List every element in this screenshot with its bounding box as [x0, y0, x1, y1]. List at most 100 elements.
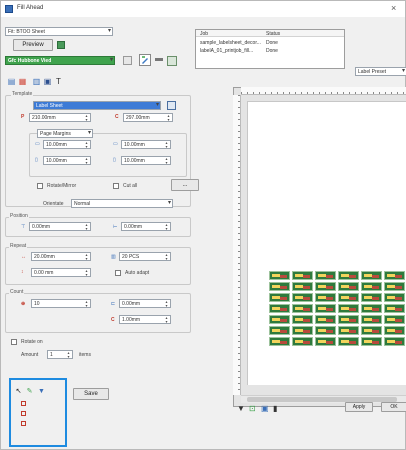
label-cell[interactable] [384, 271, 405, 280]
label-cell[interactable] [269, 271, 290, 280]
label-cell[interactable] [315, 315, 336, 324]
red-mark-icon-3[interactable] [21, 421, 26, 426]
red-mark-icon-1[interactable] [21, 401, 26, 406]
label-cell[interactable] [269, 293, 290, 302]
arrow-right-icon[interactable] [155, 58, 163, 61]
pen-icon[interactable]: ✎ [25, 387, 34, 396]
pos-x-input[interactable]: 0.00mm [29, 222, 91, 231]
repeat-rows-input[interactable]: 20 PCS [119, 252, 171, 261]
advanced-button[interactable]: ... [171, 179, 199, 191]
count-v-input[interactable]: 1.00mm [119, 315, 171, 324]
label-cell[interactable] [315, 293, 336, 302]
title-bar: Fill Ahead × [1, 1, 405, 17]
margin-top-input[interactable]: 10.00mm [43, 140, 91, 149]
job-list[interactable]: Job Status sample_labelsheet_decor... Do… [195, 29, 345, 69]
ok-button[interactable]: OK [381, 402, 406, 412]
margin-left-input[interactable]: 10.00mm [121, 140, 171, 149]
label-cell[interactable] [384, 304, 405, 313]
job-row-1-name[interactable]: sample_labelsheet_decor... [200, 40, 261, 46]
orientation-combo[interactable]: Normal [71, 199, 173, 208]
label-cell[interactable] [292, 293, 313, 302]
label-cell[interactable] [384, 315, 405, 324]
label-cell[interactable] [315, 282, 336, 291]
label-cell[interactable] [384, 326, 405, 335]
label-cell[interactable] [361, 326, 382, 335]
label-cell[interactable] [269, 304, 290, 313]
label-cell[interactable] [338, 337, 359, 346]
zoom-out-icon[interactable]: ▼ [237, 404, 245, 413]
label-cell[interactable] [292, 282, 313, 291]
label-cell[interactable] [384, 337, 405, 346]
label-cell[interactable] [361, 337, 382, 346]
label-cell[interactable] [338, 304, 359, 313]
label-cell[interactable] [361, 282, 382, 291]
label-cell[interactable] [361, 304, 382, 313]
hand-icon[interactable]: ▮ [273, 404, 281, 413]
label-cell[interactable] [315, 337, 336, 346]
label-cell[interactable] [269, 282, 290, 291]
preset-combo[interactable]: Label Preset [355, 67, 406, 76]
cut-all-checkbox[interactable] [113, 183, 119, 189]
apply-button[interactable]: Apply [345, 402, 373, 412]
template-combo[interactable]: Label Sheet [33, 101, 161, 110]
label-cell[interactable] [338, 293, 359, 302]
margin-right-input[interactable]: 10.00mm [121, 156, 171, 165]
label-cell[interactable] [338, 315, 359, 324]
paper-height-input[interactable]: 297.00mm [123, 113, 173, 122]
close-icon[interactable]: × [391, 3, 396, 13]
printer-combo[interactable]: Gfc Hubbone Vied [5, 56, 115, 65]
label-cell[interactable] [384, 293, 405, 302]
import-icon[interactable] [167, 56, 177, 66]
repeat-cols-input[interactable]: 20.00mm [31, 252, 91, 261]
label-cell[interactable] [338, 271, 359, 280]
profile-combo[interactable]: Fit: BTOO Sheet [5, 27, 113, 36]
refresh-icon[interactable] [57, 41, 65, 49]
label-cell[interactable] [315, 326, 336, 335]
red-mark-icon-2[interactable] [21, 411, 26, 416]
label-cell[interactable] [338, 326, 359, 335]
label-cell[interactable] [269, 326, 290, 335]
grid-icon[interactable]: ▦ [18, 77, 27, 86]
rotate-on-checkbox[interactable] [11, 339, 17, 345]
cut-icon[interactable]: ▥ [32, 77, 41, 86]
label-cell[interactable] [292, 271, 313, 280]
label-cell[interactable] [269, 337, 290, 346]
label-cell[interactable] [315, 304, 336, 313]
zoom-in-icon[interactable]: ▣ [261, 404, 269, 413]
rotate-amount-input[interactable]: 1 [47, 350, 73, 359]
label-grid[interactable] [269, 271, 406, 355]
pos-y-input[interactable]: 0.00mm [121, 222, 171, 231]
label-cell[interactable] [361, 315, 382, 324]
zoom-fit-icon[interactable]: ⊡ [249, 404, 257, 413]
label-cell[interactable] [361, 271, 382, 280]
save-template-icon[interactable] [167, 101, 176, 110]
label-cell[interactable] [269, 315, 290, 324]
preview-button[interactable]: Preview [13, 39, 53, 51]
delete-icon[interactable]: ▼ [37, 387, 46, 396]
settings-icon[interactable] [123, 56, 132, 65]
label-cell[interactable] [292, 304, 313, 313]
label-cell[interactable] [292, 326, 313, 335]
auto-adapt-checkbox[interactable] [115, 270, 121, 276]
label-cell[interactable] [315, 271, 336, 280]
paper-width-input[interactable]: 210.00mm [29, 113, 91, 122]
repeat-gap-input[interactable]: 0.00 mm [31, 268, 91, 277]
edit-icon[interactable] [139, 54, 151, 66]
job-row-2-name[interactable]: labelA_01_printjob_fill... [200, 48, 253, 54]
page-icon[interactable]: ▤ [7, 77, 16, 86]
pointer-icon[interactable]: ↖ [14, 387, 23, 396]
margin-bottom-input[interactable]: 10.00mm [43, 156, 91, 165]
label-cell[interactable] [384, 282, 405, 291]
scrollbar-thumb[interactable] [247, 397, 397, 402]
label-cell[interactable] [361, 293, 382, 302]
rotate-mirror-checkbox[interactable] [37, 183, 43, 189]
label-cell[interactable] [292, 315, 313, 324]
margins-combo[interactable]: Page Margins [37, 129, 93, 138]
label-cell[interactable] [338, 282, 359, 291]
count-h-input[interactable]: 0.00mm [119, 299, 171, 308]
save-button[interactable]: Save [73, 388, 109, 400]
label-cell[interactable] [292, 337, 313, 346]
text-icon[interactable]: T [54, 77, 63, 86]
image-icon[interactable]: ▣ [43, 77, 52, 86]
count-input[interactable]: 10 [31, 299, 91, 308]
